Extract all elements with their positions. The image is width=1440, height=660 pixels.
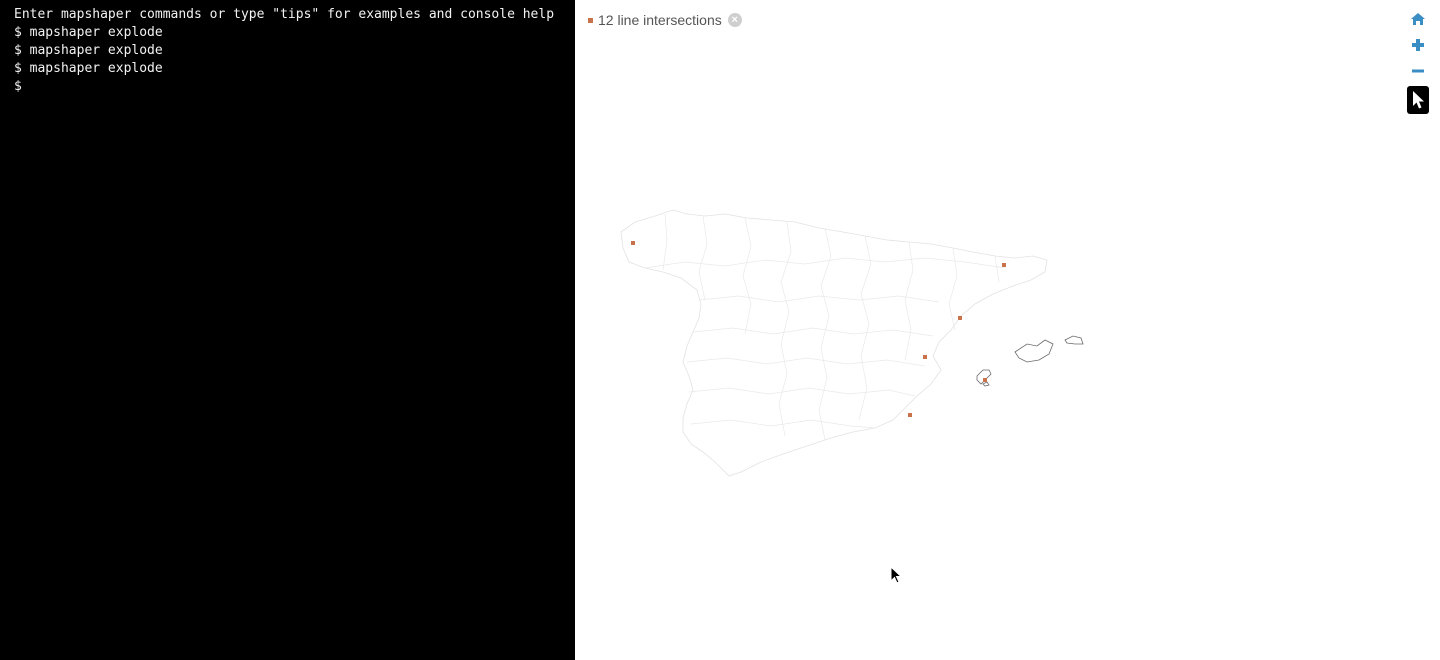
intersections-label: 12 line intersections — [598, 12, 722, 28]
map-tools — [1407, 6, 1429, 114]
console-prompt-line[interactable]: $ — [14, 78, 561, 96]
console-prompt: $ — [14, 79, 30, 94]
map-canvas[interactable] — [575, 0, 1440, 660]
zoom-in-button[interactable] — [1407, 32, 1429, 58]
console-command-input[interactable] — [29, 78, 530, 96]
intersection-marker — [983, 378, 987, 382]
menorca-outline — [1064, 335, 1084, 345]
zoom-out-button[interactable] — [1407, 58, 1429, 84]
intersection-marker — [923, 355, 927, 359]
intersection-marker — [1002, 263, 1006, 267]
close-circle-icon[interactable]: × — [727, 13, 742, 27]
home-icon — [1411, 13, 1425, 25]
console-intro: Enter mapshaper commands or type "tips" … — [14, 7, 555, 22]
console-panel[interactable]: Enter mapshaper commands or type "tips" … — [0, 0, 575, 660]
pointer-icon — [1413, 91, 1424, 109]
mainland-outline — [620, 209, 1048, 477]
minus-icon — [1412, 69, 1424, 73]
intersection-swatch — [588, 17, 593, 23]
plus-icon — [1412, 39, 1424, 51]
console-history-line: $ mapshaper explode — [14, 61, 163, 76]
map-area[interactable]: 12 line intersections × — [575, 0, 1440, 660]
intersection-marker — [631, 241, 635, 245]
formentera-outline — [982, 381, 990, 387]
intersection-marker — [958, 316, 962, 320]
home-button[interactable] — [1407, 6, 1429, 32]
console-history-line: $ mapshaper explode — [14, 43, 163, 58]
select-tool-button[interactable] — [1407, 86, 1429, 114]
mouse-cursor-icon — [890, 566, 903, 584]
mallorca-outline — [1014, 339, 1054, 363]
console-history-line: $ mapshaper explode — [14, 25, 163, 40]
intersection-marker — [908, 413, 912, 417]
intersections-notice: 12 line intersections × — [588, 10, 742, 30]
